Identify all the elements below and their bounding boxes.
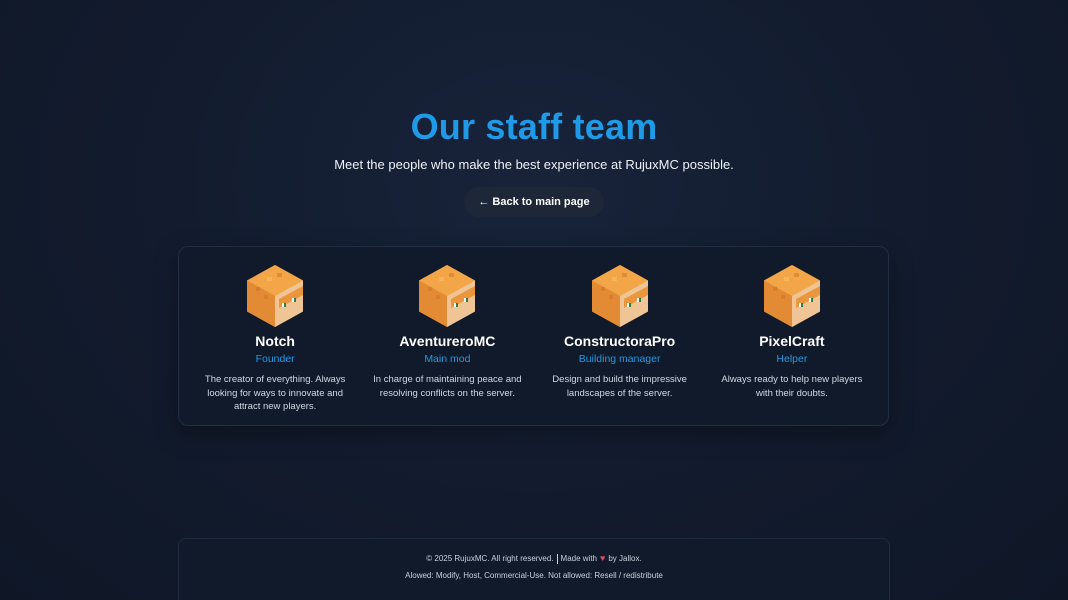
- member-description: Design and build the impressive landscap…: [552, 374, 687, 399]
- back-to-main-button[interactable]: ← Back to main page: [464, 187, 604, 217]
- member-role: Founder: [255, 353, 295, 365]
- staff-card: Notch Founder The creator of everything.…: [178, 246, 889, 426]
- minecraft-skin-head-icon: [763, 265, 820, 327]
- made-with-text: Made with: [560, 554, 598, 563]
- heart-icon: ♥: [600, 553, 606, 563]
- hero-section: Our staff team Meet the people who make …: [0, 104, 1068, 217]
- member-name: PixelCraft: [759, 333, 825, 349]
- staff-member: Notch Founder The creator of everything.…: [195, 265, 355, 425]
- footer-divider: [556, 553, 558, 564]
- author-text[interactable]: by Jallox.: [608, 554, 641, 563]
- page-title: Our staff team: [410, 106, 658, 147]
- member-description: The creator of everything. Always lookin…: [204, 374, 346, 412]
- member-role: Main mod: [424, 353, 471, 365]
- page-subtitle: Meet the people who make the best experi…: [334, 157, 734, 172]
- staff-member: AventureroMC Main mod In charge of maint…: [367, 265, 527, 425]
- footer-copyright-line: © 2025 RujuxMC. All right reserved. Made …: [179, 552, 889, 565]
- staff-member: ConstructoraPro Building manager Design …: [540, 265, 700, 425]
- copyright-text: © 2025 RujuxMC. All right reserved.: [426, 554, 554, 563]
- minecraft-skin-head-icon: [247, 265, 304, 327]
- member-name: Notch: [255, 333, 295, 349]
- member-description: Always ready to help new players with th…: [721, 374, 863, 399]
- member-role: Building manager: [578, 353, 661, 365]
- minecraft-skin-head-icon: [591, 265, 648, 327]
- staff-member: PixelCraft Helper Always ready to help n…: [712, 265, 872, 425]
- footer: © 2025 RujuxMC. All right reserved. Made …: [178, 538, 890, 600]
- member-name: ConstructoraPro: [564, 333, 676, 349]
- member-description: In charge of maintaining peace and resol…: [373, 374, 522, 399]
- member-role: Helper: [776, 353, 808, 365]
- minecraft-skin-head-icon: [419, 265, 476, 327]
- license-text: Alowed: Modify, Host, Commercial-Use. No…: [405, 571, 663, 580]
- member-name: AventureroMC: [399, 333, 496, 349]
